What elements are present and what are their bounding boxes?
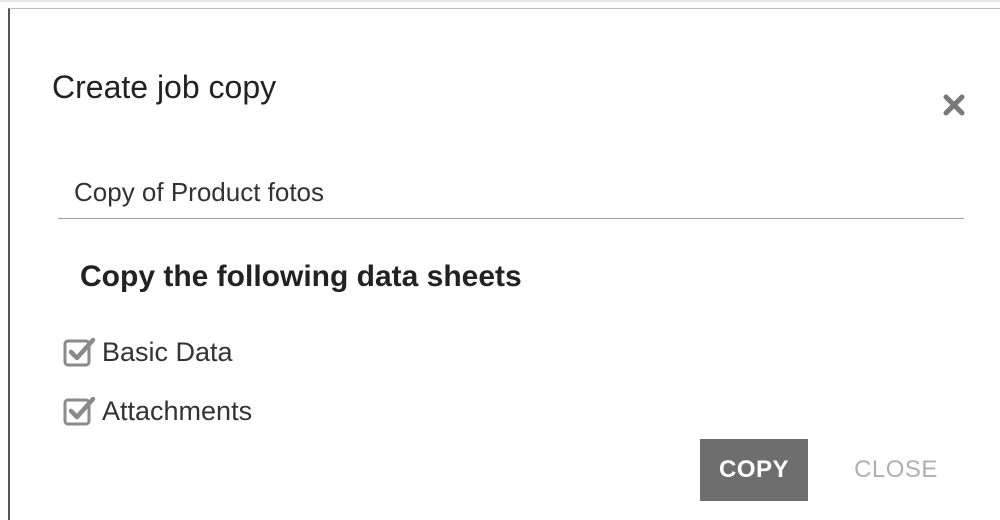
backdrop-divider [0,0,1000,2]
attachments-label: Attachments [102,396,253,426]
data-sheets-heading: Copy the following data sheets [80,260,522,293]
basic-data-label: Basic Data [102,337,233,367]
dialog-title: Create job copy [52,69,277,105]
basic-data-option[interactable]: Basic Data [62,332,233,372]
checkbox-checked-icon[interactable] [62,394,96,428]
create-job-copy-dialog: Create job copy Copy the following data … [8,8,1000,520]
close-icon[interactable] [940,91,968,119]
copy-button[interactable]: COPY [700,439,808,501]
job-name-input[interactable] [58,167,964,219]
attachments-option[interactable]: Attachments [62,391,252,431]
close-button[interactable]: CLOSE [836,439,956,501]
checkbox-checked-icon[interactable] [62,335,96,369]
